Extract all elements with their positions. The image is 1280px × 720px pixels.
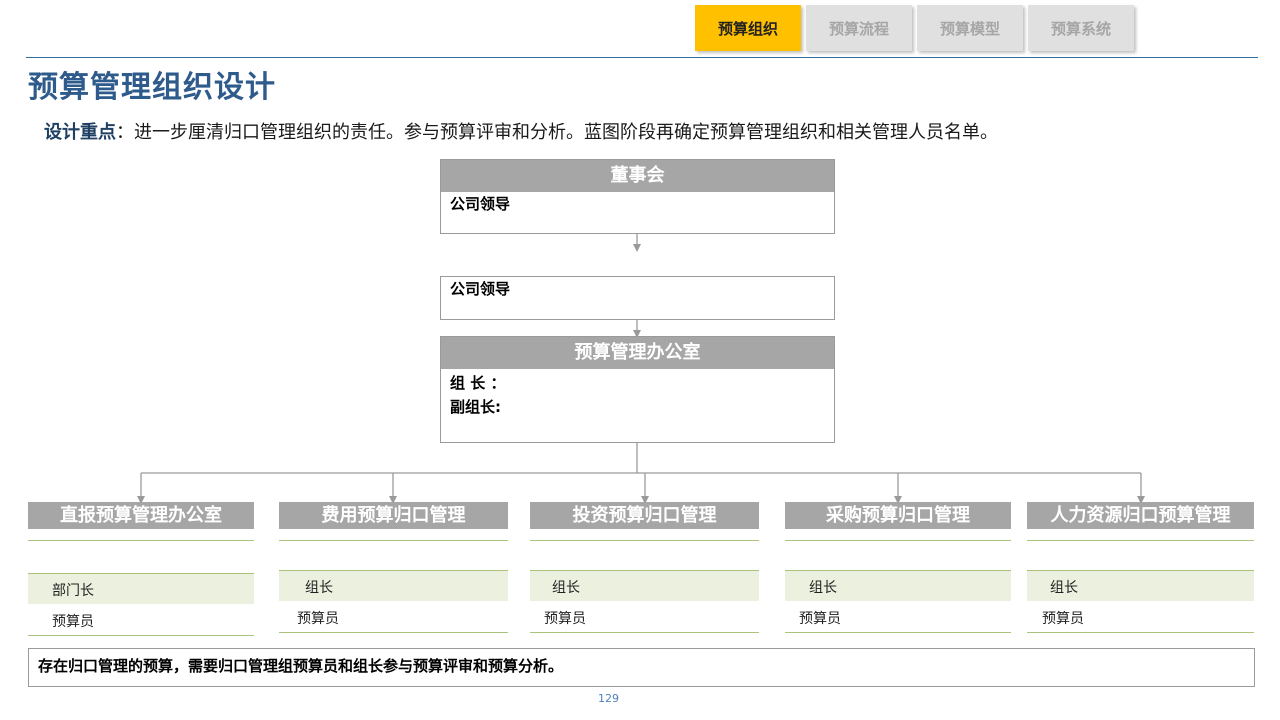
dept-2-divider-top — [279, 540, 508, 541]
dept-header-investment: 投资预算归口管理 — [530, 502, 759, 529]
dept-4-divider-bottom — [785, 632, 1011, 633]
dept-5-divider-bottom — [1027, 632, 1254, 633]
dept-5-divider-top — [1027, 540, 1254, 541]
dept-4-divider-top — [785, 540, 1011, 541]
budget-office-leader: 组 长 ： — [450, 374, 506, 392]
board-header: 董事会 — [441, 160, 834, 192]
dept-5-row-2: 预算员 — [1042, 611, 1084, 627]
dept-1-row-2: 预算员 — [52, 614, 94, 630]
dept-4-row-2: 预算员 — [799, 611, 841, 627]
budget-office-box: 预算管理办公室 组 长 ： 副组长: — [440, 336, 835, 443]
dept-4-row-1: 组长 — [809, 580, 837, 596]
dept-3-divider-mid — [530, 570, 759, 571]
dept-3-row-1: 组长 — [552, 580, 580, 596]
dept-2-row-1: 组长 — [305, 580, 333, 596]
dept-5-row-1: 组长 — [1050, 580, 1078, 596]
dept-header-human-resources: 人力资源归口预算管理 — [1027, 502, 1254, 529]
budget-office-deputy: 副组长: — [450, 398, 501, 416]
dept-4-divider-mid — [785, 570, 1011, 571]
page-number: 129 — [598, 692, 619, 705]
company-leader-box: 公司领导 — [440, 276, 835, 320]
dept-3-row-2: 预算员 — [544, 611, 586, 627]
dept-1-divider-mid — [28, 573, 254, 574]
dept-2-row-2: 预算员 — [297, 611, 339, 627]
budget-office-header: 预算管理办公室 — [441, 337, 834, 369]
dept-3-divider-top — [530, 540, 759, 541]
dept-2-divider-bottom — [279, 632, 508, 633]
dept-2-divider-mid — [279, 570, 508, 571]
dept-header-direct-report: 直报预算管理办公室 — [28, 502, 254, 529]
dept-header-procurement: 采购预算归口管理 — [785, 502, 1011, 529]
dept-header-expense: 费用预算归口管理 — [279, 502, 508, 529]
company-leader-label: 公司领导 — [450, 280, 511, 298]
note-box: 存在归口管理的预算，需要归口管理组预算员和组长参与预算评审和预算分析。 — [28, 648, 1255, 687]
dept-1-row-1: 部门长 — [52, 583, 94, 599]
board-box: 董事会 公司领导 — [440, 159, 835, 234]
board-leader-label: 公司领导 — [450, 195, 511, 213]
dept-1-divider-top — [28, 540, 254, 541]
dept-3-divider-bottom — [530, 632, 759, 633]
dept-1-divider-bottom — [28, 635, 254, 636]
dept-5-divider-mid — [1027, 570, 1254, 571]
